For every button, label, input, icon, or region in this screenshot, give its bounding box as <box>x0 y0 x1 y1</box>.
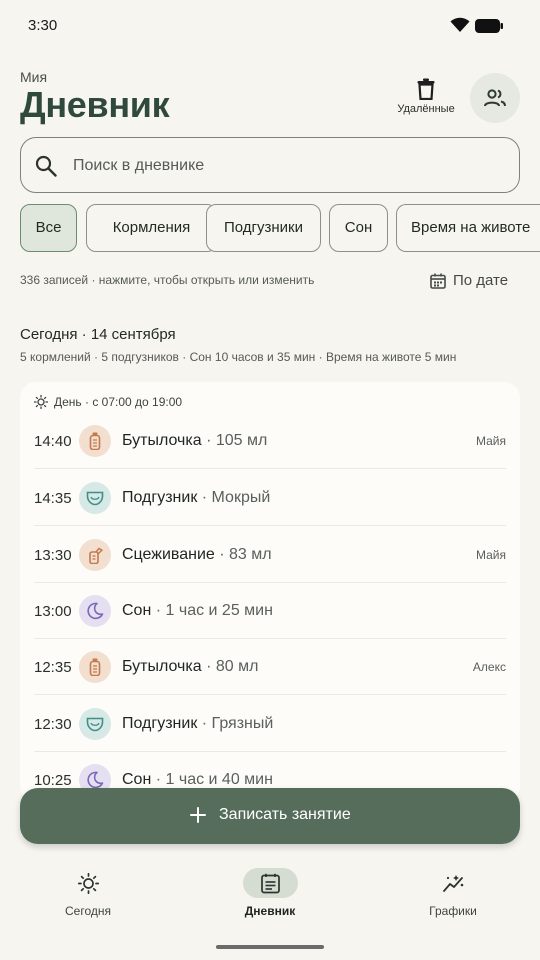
nav-label-today: Сегодня <box>65 904 111 918</box>
nav-pill <box>426 868 481 898</box>
calendar-icon <box>430 273 446 289</box>
sun-icon <box>78 873 99 894</box>
entry-row[interactable]: 14:40 Бутылочка · 105 мл Майя <box>34 413 506 469</box>
entry-time: 14:35 <box>34 490 72 507</box>
nav-pill <box>61 868 116 898</box>
entry-row[interactable]: 12:30 Подгузник · Грязный <box>34 696 506 752</box>
entry-time: 10:25 <box>34 772 72 789</box>
entry-title: Бутылочка · 80 мл <box>122 658 259 675</box>
filter-chip-diapers[interactable]: Подгузники <box>206 204 321 252</box>
entry-title: Сон · 1 час и 40 мин <box>122 771 273 788</box>
nav-item-today[interactable]: Сегодня <box>33 868 143 928</box>
nav-label-journal: Дневник <box>244 904 296 918</box>
entry-time: 13:30 <box>34 547 72 564</box>
entry-title: Подгузник · Мокрый <box>122 489 271 506</box>
filter-chip-feedings[interactable]: Кормления <box>86 204 217 252</box>
filter-chip-sleep[interactable]: Сон <box>329 204 388 252</box>
day-title: Сегодня · 14 сентября <box>20 326 176 343</box>
moon-icon <box>79 595 111 627</box>
plus-icon <box>190 807 206 823</box>
entry-row[interactable]: 13:30 Сцеживание · 83 мл Майя <box>34 527 506 583</box>
child-name: Мия <box>20 69 48 85</box>
entry-row[interactable]: 13:00 Сон · 1 час и 25 мин <box>34 583 506 639</box>
entries-card: День · с 07:00 до 19:00 14:40 Бутылочка … <box>20 382 520 802</box>
nav-item-charts[interactable]: Графики <box>398 868 508 928</box>
entry-author: Майя <box>475 434 506 448</box>
diaper-icon <box>79 708 111 740</box>
filter-chip-tummy-time[interactable]: Время на животе <box>396 204 540 252</box>
entry-title: Бутылочка · 105 мл <box>122 432 268 449</box>
filter-chip-all[interactable]: Все <box>20 204 77 252</box>
entry-title: Сон · 1 час и 25 мин <box>122 602 273 619</box>
bottle-icon <box>79 425 111 457</box>
search-input[interactable]: Поиск в дневнике <box>20 137 520 193</box>
people-icon <box>484 89 506 107</box>
deleted-entries-button[interactable]: Удалённые <box>392 78 460 122</box>
entry-time: 14:40 <box>34 433 72 450</box>
record-count: 336 записей · нажмите, чтобы открыть или… <box>20 273 315 287</box>
filter-chips: Все Кормления Подгузники Сон Время на жи… <box>20 204 540 254</box>
entry-time: 13:00 <box>34 603 72 620</box>
trash-icon <box>417 78 435 100</box>
status-time: 3:30 <box>28 17 58 34</box>
entry-time: 12:35 <box>34 659 72 676</box>
search-icon <box>35 155 57 177</box>
deleted-label: Удалённые <box>397 103 455 115</box>
home-indicator[interactable] <box>216 945 324 949</box>
status-bar: 3:30 <box>0 0 540 52</box>
entry-row[interactable]: 14:35 Подгузник · Мокрый <box>34 470 506 526</box>
entry-author: Алекс <box>472 660 506 674</box>
entry-author: Майя <box>475 548 506 562</box>
search-placeholder: Поиск в дневнике <box>73 157 205 174</box>
day-summary: 5 кормлений · 5 подгузников · Сон 10 час… <box>20 350 457 364</box>
diaper-icon <box>79 482 111 514</box>
journal-icon <box>261 873 280 894</box>
nav-label-charts: Графики <box>429 904 477 918</box>
page-title: Дневник <box>20 84 170 125</box>
bottle-icon <box>79 651 111 683</box>
wifi-icon <box>450 17 470 32</box>
chart-icon <box>443 875 464 892</box>
nav-pill-active <box>243 868 298 898</box>
entry-title: Подгузник · Грязный <box>122 715 274 732</box>
entry-time: 12:30 <box>34 716 72 733</box>
sort-label: По дате <box>453 272 509 289</box>
journal-screen: 3:30 Мия Дневник Удалённые Поиск в дневн… <box>0 0 540 960</box>
sun-icon <box>34 395 48 409</box>
log-activity-label: Записать занятие <box>219 806 351 823</box>
log-activity-button[interactable]: Записать занятие <box>20 788 520 844</box>
period-label: День · с 07:00 до 19:00 <box>54 395 183 409</box>
entry-title: Сцеживание · 83 мл <box>122 546 272 563</box>
breast-pump-icon <box>79 539 111 571</box>
caregivers-button[interactable] <box>470 73 520 123</box>
entry-row[interactable]: 12:35 Бутылочка · 80 мл Алекс <box>34 639 506 695</box>
battery-icon <box>475 19 503 33</box>
nav-item-journal[interactable]: Дневник <box>215 868 325 928</box>
